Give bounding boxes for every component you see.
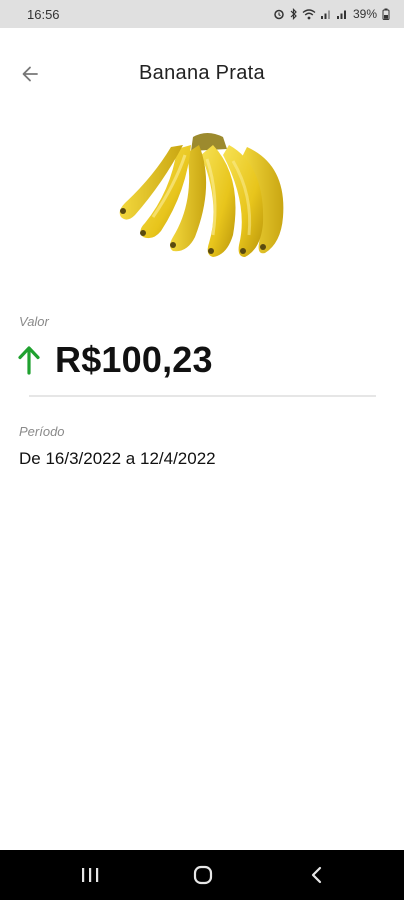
divider (29, 395, 376, 397)
arrow-up-icon (18, 346, 40, 375)
bluetooth-icon (290, 8, 297, 20)
period-text: De 16/3/2022 a 12/4/2022 (19, 449, 216, 468)
nav-back-button[interactable] (282, 850, 352, 900)
top-app-bar: Banana Prata (0, 48, 404, 100)
recent-apps-icon (82, 868, 99, 882)
banana-bunch-image (119, 133, 284, 257)
signal-icon (336, 10, 346, 19)
status-time: 16:56 (27, 6, 60, 22)
recent-apps-button[interactable] (55, 850, 125, 900)
period-label: Período (19, 424, 65, 439)
battery-icon (382, 8, 390, 20)
value-label: Valor (19, 314, 49, 329)
status-bar: 16:56 39% (0, 0, 404, 28)
back-icon (311, 866, 322, 884)
alarm-icon (274, 9, 284, 20)
home-icon (193, 865, 213, 885)
battery-percent: 39% (352, 7, 377, 21)
status-right: 39% (273, 7, 390, 21)
wifi-icon (302, 9, 316, 20)
signal-icon (320, 10, 330, 19)
system-nav-bar (0, 850, 404, 900)
home-button[interactable] (168, 850, 238, 900)
value-row: R$100,23 (17, 338, 213, 382)
price-value: R$100,23 (55, 339, 213, 380)
status-icons (273, 8, 348, 20)
page-title: Banana Prata (139, 62, 265, 84)
